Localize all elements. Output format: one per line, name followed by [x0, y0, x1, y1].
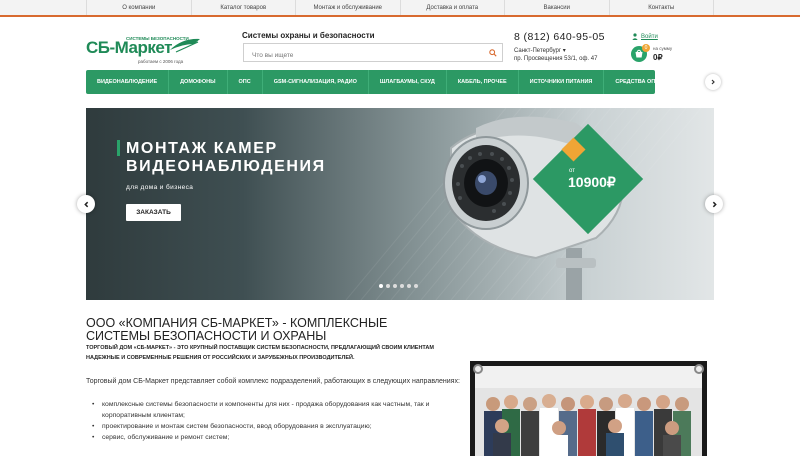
chevron-down-icon: ▾: [562, 48, 566, 54]
chevron-right-icon: [712, 201, 717, 207]
header-tagline: Системы охраны и безопасности: [242, 31, 375, 40]
logo[interactable]: СИСТЕМЫ БЕЗОПАСНОСТИ СБ-Маркет работаем …: [86, 36, 204, 68]
slider-pagination: [379, 284, 418, 288]
topnav-item[interactable]: О компании: [86, 0, 191, 15]
top-navigation: О компании Каталог товаров Монтаж и обслуж…: [0, 0, 800, 17]
cart-count-badge: 0: [642, 44, 650, 52]
slider-dot[interactable]: [400, 284, 404, 288]
topnav-item[interactable]: Контакты: [608, 0, 714, 15]
category-menu-item[interactable]: ВИДЕОНАБЛЮДЕНИЕ: [86, 70, 170, 94]
list-item: сервис, обслуживание и ремонт систем;: [92, 432, 437, 443]
list-item: проектирование и монтаж систем безопасно…: [92, 421, 437, 432]
phone-number[interactable]: 8 (812) 640-95-05: [514, 31, 605, 43]
top-navigation-list: О компании Каталог товаров Монтаж и обслуж…: [86, 0, 714, 15]
slider-dot[interactable]: [379, 284, 383, 288]
cart-sum: 0₽: [653, 53, 663, 62]
topnav-item[interactable]: Каталог товаров: [190, 0, 296, 15]
search-input[interactable]: [244, 47, 474, 64]
topnav-item[interactable]: Вакансии: [504, 0, 609, 15]
category-menu-item[interactable]: ДОМОФОНЫ: [169, 70, 228, 94]
team-photo-image: [475, 366, 702, 456]
user-icon: [632, 33, 638, 40]
category-menu: ВИДЕОНАБЛЮДЕНИЕ ДОМОФОНЫ ОПС GSM-СИГНАЛИЗАЦ…: [86, 70, 688, 94]
slider-next-button[interactable]: [705, 195, 723, 213]
banner-subtitle: для дома и бизнеса: [126, 184, 194, 191]
login-link[interactable]: Войти: [632, 33, 658, 40]
banner-accent-bar: [117, 140, 120, 156]
logo-name: СБ-Маркет: [86, 38, 172, 57]
chevron-left-icon: [83, 201, 88, 207]
hero-banner: МОНТАЖ КАМЕР ВИДЕОНАБЛЮДЕНИЯ для дома и …: [86, 108, 714, 300]
city-label: Санкт-Петербург: [514, 48, 562, 54]
category-menu-item[interactable]: ШЛАГБАУМЫ, СКУД: [369, 70, 447, 94]
services-list: комплексные системы безопасности и компо…: [92, 399, 437, 443]
banner-title-line2: ВИДЕОНАБЛЮДЕНИЯ: [126, 158, 326, 175]
slider-dot[interactable]: [386, 284, 390, 288]
address: пр. Просвещения 53/1, оф. 47: [514, 56, 598, 62]
page-heading: ООО «КОМПАНИЯ СБ-МАРКЕТ» - КОМПЛЕКСНЫЕ С…: [86, 316, 388, 343]
cart-label: на сумму: [653, 46, 673, 51]
topnav-item[interactable]: Доставка и оплата: [399, 0, 505, 15]
logo-since: работаем с 2006 года: [138, 59, 184, 64]
intro-paragraph: Торговый дом СБ-Маркет представляет собо…: [86, 378, 460, 385]
city-selector[interactable]: Санкт-Петербург ▾: [514, 47, 566, 54]
logo-swoosh-icon: [170, 38, 200, 53]
photo-corner-pin: [473, 364, 483, 374]
list-item: комплексные системы безопасности и компо…: [92, 399, 437, 421]
banner-title-line1: МОНТАЖ КАМЕР: [126, 140, 278, 157]
team-photo: [470, 361, 707, 456]
lead-paragraph: ТОРГОВЫЙ ДОМ «СБ-МАРКЕТ» - ЭТО КРУПНЫЙ П…: [86, 345, 434, 361]
category-menu-item[interactable]: КАБЕЛЬ, ПРОЧЕЕ: [447, 70, 519, 94]
cart[interactable]: 0 на сумму 0₽: [631, 44, 701, 64]
photo-corner-pin: [694, 364, 704, 374]
slider-dot[interactable]: [414, 284, 418, 288]
category-menu-next-button[interactable]: [705, 74, 721, 90]
search-icon: [488, 48, 497, 57]
order-button[interactable]: ЗАКАЗАТЬ: [126, 204, 181, 221]
category-menu-item[interactable]: ИСТОЧНИКИ ПИТАНИЯ: [519, 70, 605, 94]
slider-prev-button[interactable]: [77, 195, 95, 213]
search-button[interactable]: [483, 44, 502, 61]
login-label: Войти: [641, 33, 658, 40]
price-value: 10900₽: [568, 174, 616, 190]
slider-dot[interactable]: [407, 284, 411, 288]
category-menu-item[interactable]: СРЕДСТВА ОПОВЕЩЕНИЯ: [604, 70, 699, 94]
category-menu-item[interactable]: ОПС: [228, 70, 263, 94]
search-box: [243, 43, 503, 64]
slider-dot[interactable]: [393, 284, 397, 288]
chevron-right-icon: [711, 79, 715, 85]
category-menu-item[interactable]: GSM-СИГНАЛИЗАЦИЯ, РАДИО: [263, 70, 369, 94]
topnav-item[interactable]: Монтаж и обслуживание: [295, 0, 400, 15]
